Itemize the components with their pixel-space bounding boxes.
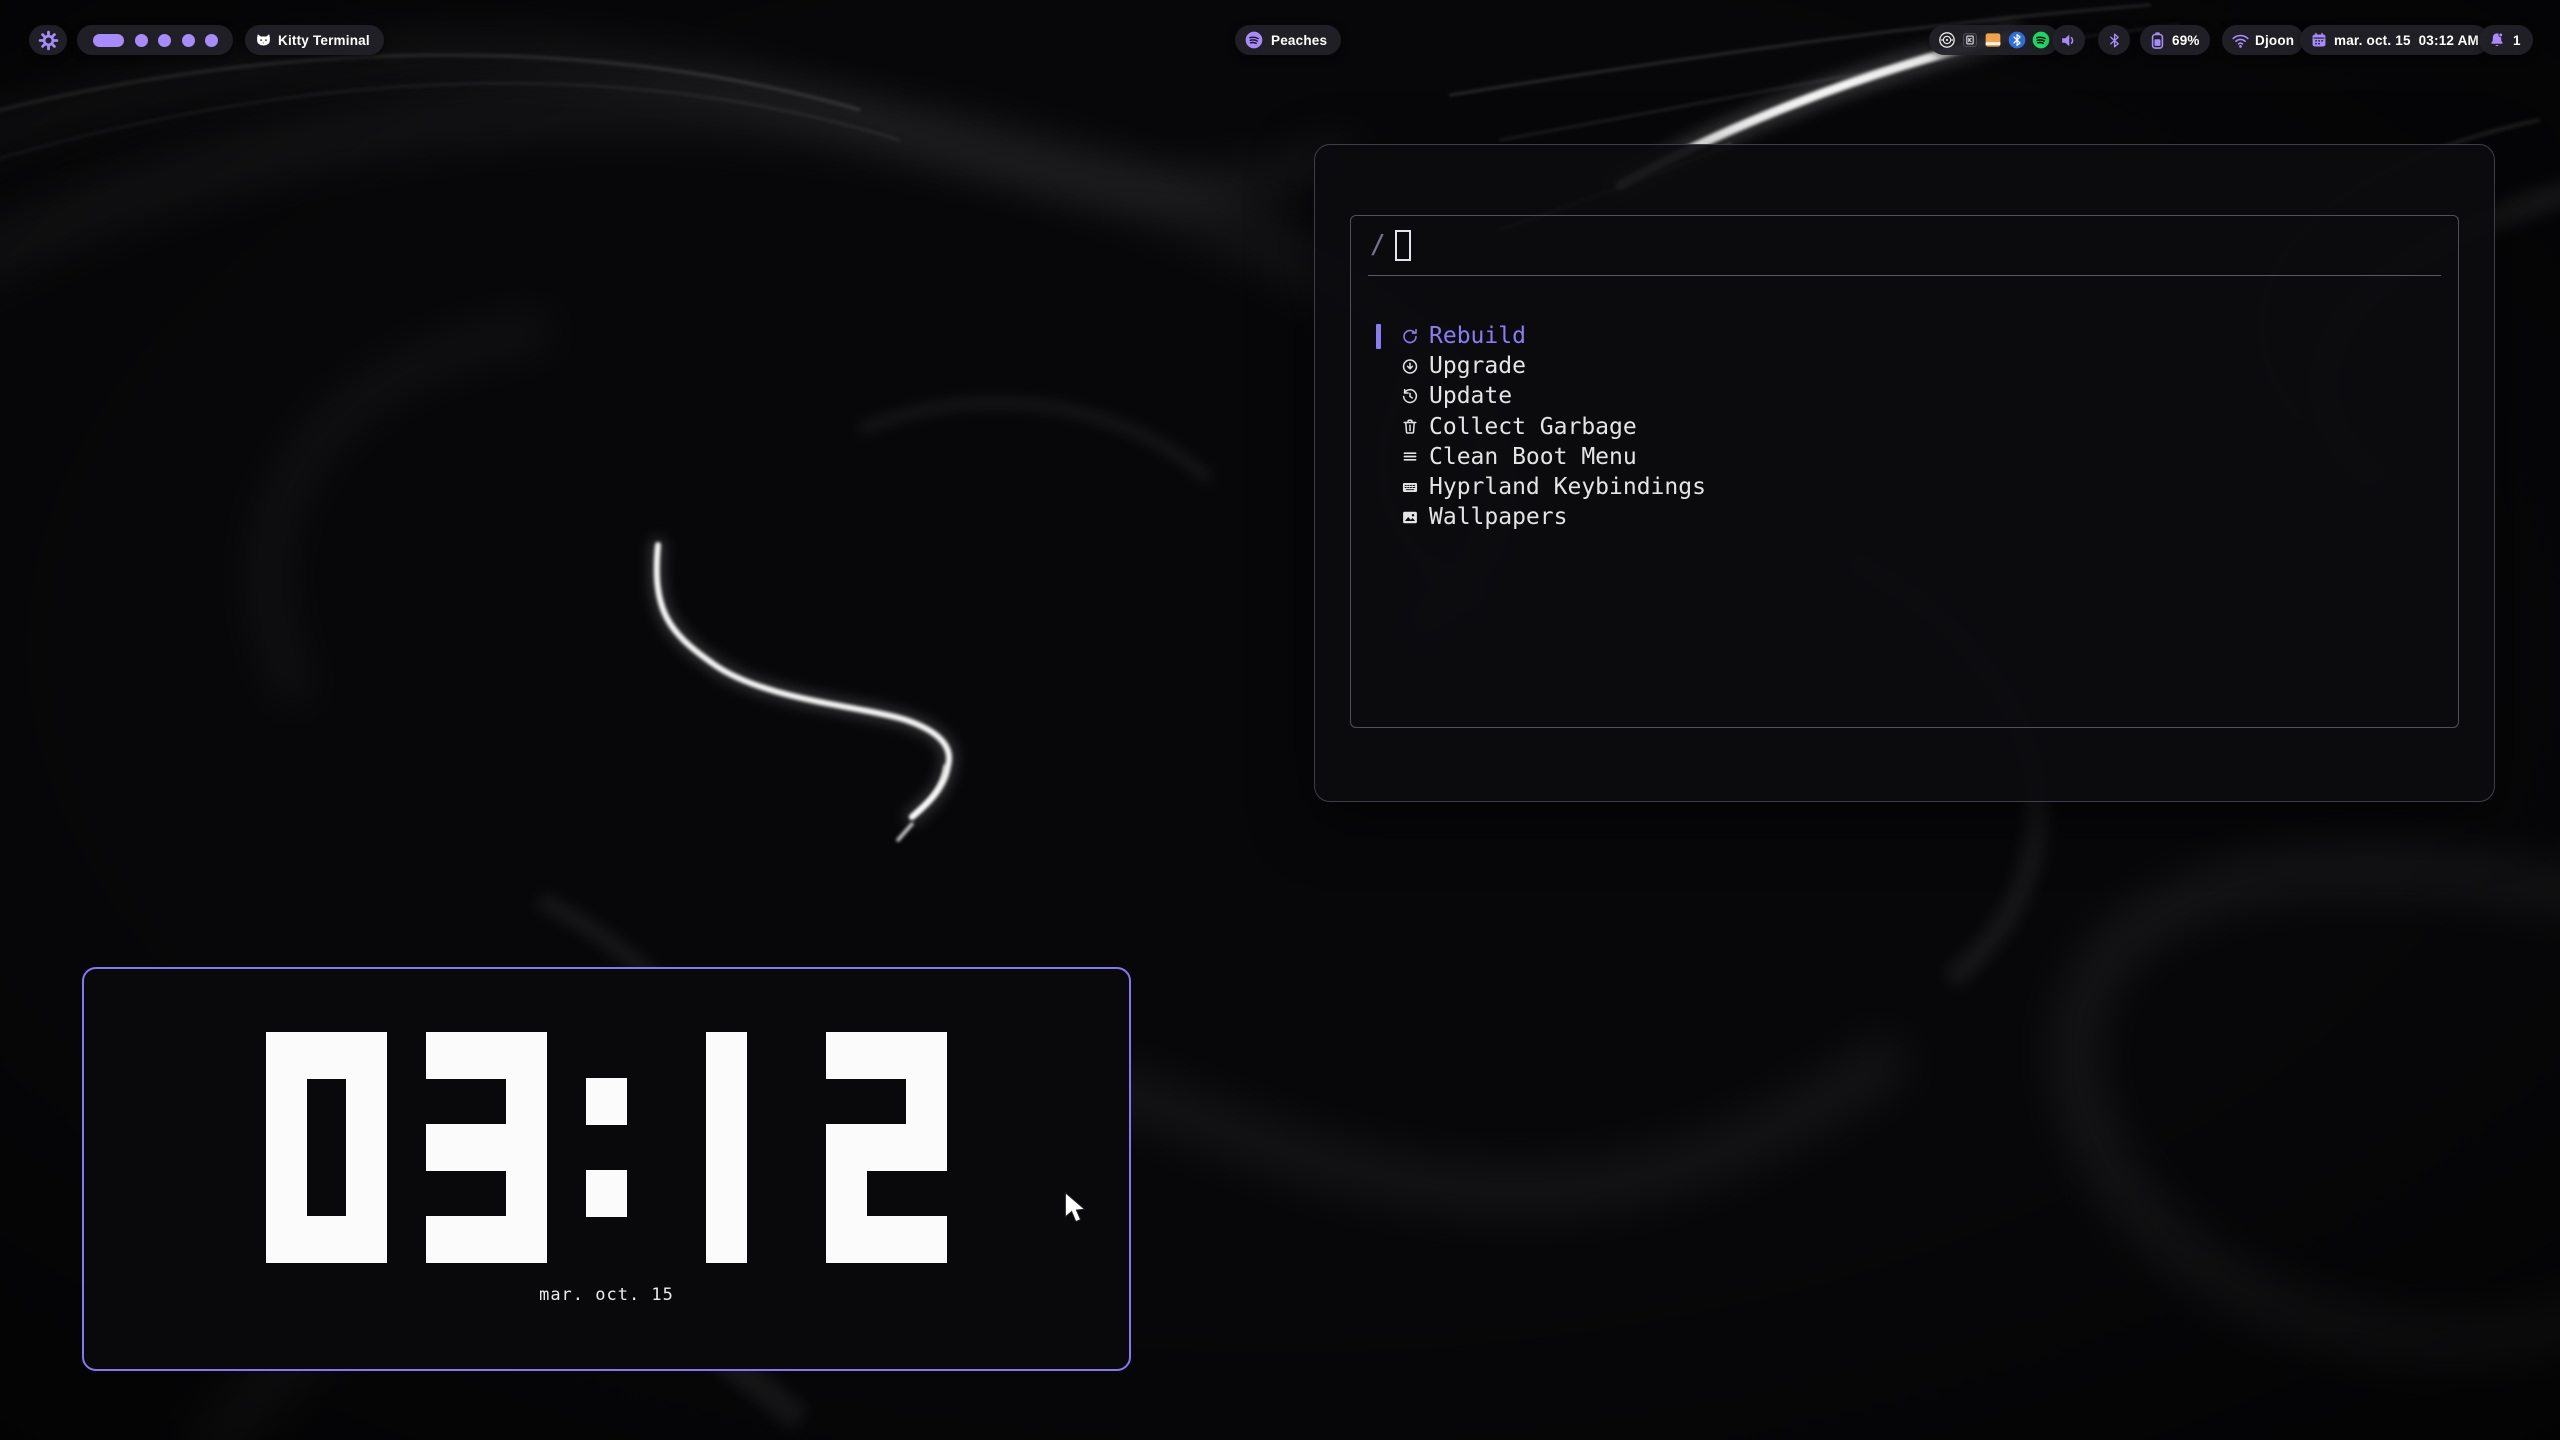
datetime-label: mar. oct. 15 03:12 AM	[2334, 33, 2479, 48]
focused-window-pill[interactable]: Kitty Terminal	[245, 25, 384, 55]
image-icon	[1401, 508, 1419, 526]
wifi-icon	[2231, 31, 2250, 50]
calendar-icon	[2310, 31, 2328, 49]
bell-icon	[2488, 31, 2506, 49]
cat-icon	[255, 32, 272, 49]
launcher-item-rebuild[interactable]: Rebuild	[1376, 321, 2438, 351]
launcher-item-hyprland-keybindings[interactable]: Hyprland Keybindings	[1376, 472, 2438, 502]
clock-widget: mar. oct. 15	[82, 967, 1131, 1371]
speaker-icon	[2059, 31, 2078, 50]
system-tray[interactable]	[1929, 25, 2059, 55]
mouse-cursor	[1063, 1192, 1089, 1229]
volume-pill[interactable]	[2052, 25, 2085, 55]
launcher-panel: / Rebuild Upgrade Update Collect Garbage…	[1314, 144, 2495, 802]
lens-icon[interactable]	[1937, 30, 1957, 50]
launcher-item-update[interactable]: Update	[1376, 381, 2438, 411]
launcher-item-label: Clean Boot Menu	[1429, 444, 1637, 470]
workspace-active[interactable]	[93, 34, 124, 47]
workspace-dot[interactable]	[205, 34, 218, 47]
launcher-results: Rebuild Upgrade Update Collect Garbage C…	[1376, 321, 2438, 532]
selection-bar	[1376, 444, 1381, 469]
rotate-icon	[1401, 327, 1419, 345]
search-input[interactable]: /	[1351, 216, 2458, 274]
now-playing-label: Peaches	[1271, 33, 1327, 48]
selection-bar	[1376, 414, 1381, 439]
battery-pill[interactable]: 69%	[2140, 25, 2210, 55]
flake-icon	[38, 30, 59, 51]
launcher-item-collect-garbage[interactable]: Collect Garbage	[1376, 412, 2438, 442]
bluetooth-pill[interactable]	[2098, 25, 2130, 55]
bluetooth-icon	[2106, 32, 2123, 49]
launcher-item-label: Rebuild	[1429, 323, 1526, 349]
workspace-dot[interactable]	[158, 34, 171, 47]
launcher-item-clean-boot-menu[interactable]: Clean Boot Menu	[1376, 442, 2438, 472]
workspace-dot[interactable]	[135, 34, 148, 47]
battery-percent: 69%	[2172, 33, 2200, 48]
launcher-item-label: Hyprland Keybindings	[1429, 474, 1706, 500]
app-box-icon[interactable]	[1961, 31, 1979, 49]
notifications-pill[interactable]: 1	[2479, 25, 2533, 55]
launcher-box: / Rebuild Upgrade Update Collect Garbage…	[1350, 215, 2459, 728]
selection-bar	[1376, 324, 1381, 349]
workspace-indicator[interactable]	[77, 25, 233, 55]
launcher-item-label: Upgrade	[1429, 353, 1526, 379]
text-cursor	[1395, 230, 1411, 261]
music-icon	[1244, 30, 1264, 50]
trash-icon	[1401, 418, 1419, 436]
keyboard-icon	[1401, 478, 1419, 496]
spotify-icon[interactable]	[2031, 30, 2051, 50]
clock-time	[266, 1032, 946, 1262]
list-icon	[1401, 448, 1419, 466]
notification-count: 1	[2513, 33, 2521, 48]
search-prompt-label: /	[1370, 230, 1386, 260]
clock-date: mar. oct. 15	[84, 1285, 1129, 1305]
battery-icon	[2148, 31, 2167, 50]
selection-bar	[1376, 505, 1381, 530]
bluetooth-badge-icon[interactable]	[2007, 30, 2027, 50]
network-pill[interactable]: Djoon	[2222, 25, 2304, 55]
files-icon[interactable]	[1983, 30, 2003, 50]
launcher-item-label: Collect Garbage	[1429, 414, 1637, 440]
launcher-button[interactable]	[29, 25, 67, 55]
launcher-item-wallpapers[interactable]: Wallpapers	[1376, 502, 2438, 532]
network-ssid: Djoon	[2255, 33, 2294, 48]
separator	[1368, 275, 2441, 276]
selection-bar	[1376, 475, 1381, 500]
launcher-item-label: Wallpapers	[1429, 504, 1567, 530]
history-icon	[1401, 387, 1419, 405]
launcher-item-upgrade[interactable]: Upgrade	[1376, 351, 2438, 381]
download-circle-icon	[1401, 357, 1419, 375]
desktop: Kitty Terminal Peaches 69% Djoon	[0, 0, 2560, 1440]
datetime-pill[interactable]: mar. oct. 15 03:12 AM	[2300, 25, 2489, 55]
workspace-dot[interactable]	[182, 34, 195, 47]
selection-bar	[1376, 354, 1381, 379]
launcher-item-label: Update	[1429, 383, 1512, 409]
now-playing-pill[interactable]: Peaches	[1235, 25, 1341, 55]
selection-bar	[1376, 384, 1381, 409]
focused-window-label: Kitty Terminal	[278, 33, 370, 48]
